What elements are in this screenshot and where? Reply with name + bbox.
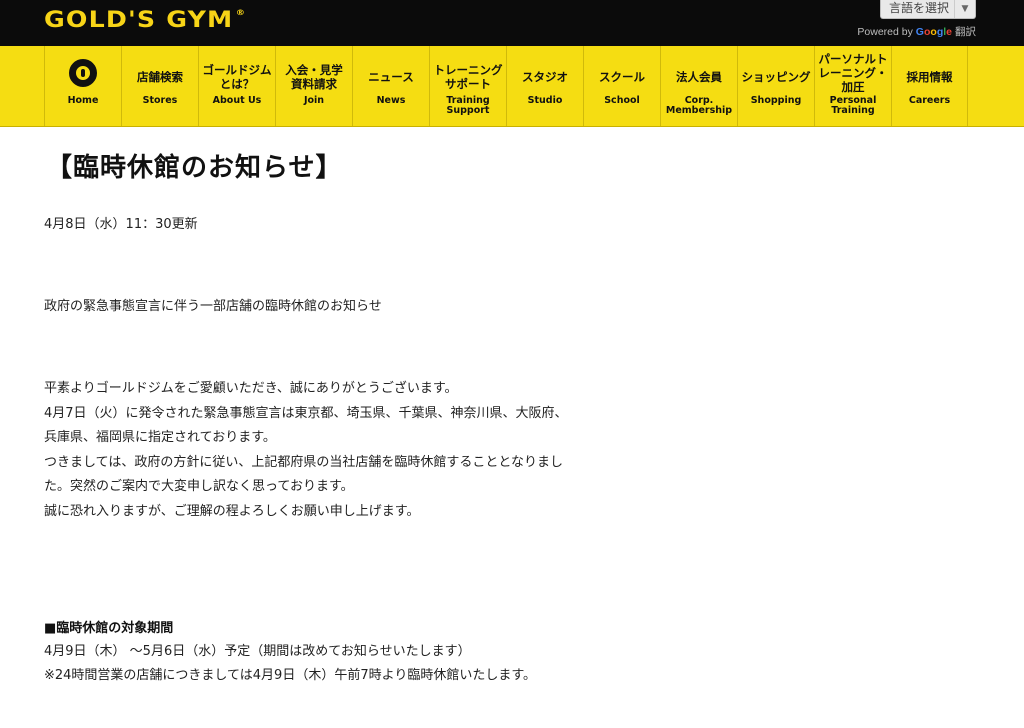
nav-item-home[interactable]: Home [44,46,121,126]
nav-item-jp-label: 法人会員 [676,70,722,84]
nav-item-school[interactable]: スクール School [583,46,660,126]
nav-item-en-label: Shopping [750,95,802,106]
translate-label: 翻訳 [955,26,976,38]
nav-item-stores[interactable]: 店舗検索 Stores [121,46,198,126]
nav-item-en-label: Careers [908,95,951,106]
nav-item-jp-label: ゴールドジム とは？ [202,63,272,91]
nav-item-about-us[interactable]: ゴールドジム とは？ About Us [198,46,275,126]
nav-item-jp-label: ショッピング [741,70,811,84]
nav-item-en-label: School [604,95,640,106]
language-select[interactable]: 言語を選択 ▼ [880,0,976,19]
nav-item-join[interactable]: 入会・見学 資料請求 Join [275,46,352,126]
nav-item-careers[interactable]: 採用情報 Careers [891,46,968,126]
nav-item-news[interactable]: ニュース News [352,46,429,126]
nav-item-personal-training[interactable]: パーソナルト レーニング・ 加圧 Personal Training [814,46,891,126]
nav-item-training-support[interactable]: トレーニング サポート Training Support [429,46,506,126]
update-date: 4月8日（水）11：30更新 [44,217,198,232]
chevron-down-icon: ▼ [954,0,975,18]
body-line: 平素よりゴールドジムをご愛顧いただき、誠にありがとうございます。 [44,381,458,396]
nav-item-jp-label: 採用情報 [906,70,953,84]
nav-item-jp-label: 入会・見学 資料請求 [285,63,343,91]
nav-item-corp-membership[interactable]: 法人会員 Corp. Membership [660,46,737,126]
body-line: た。突然のご案内で大変申し訳なく思っております。 [44,479,354,494]
logo-text: GOLD'S GYM [44,8,234,33]
nav-item-jp-label: スタジオ [522,70,568,84]
nav-item-jp-label: トレーニング サポート [433,63,503,91]
logo-trademark: ® [235,8,247,17]
powered-by-prefix: Powered by [857,26,913,38]
golds-gym-emblem-icon [69,59,97,87]
powered-by-google-translate[interactable]: Powered by Google 翻訳 [857,24,976,39]
closure-period-heading: ■臨時休館の対象期間 [44,621,174,636]
notice-body: 平素よりゴールドジムをご愛顧いただき、誠にありがとうございます。 4月7日（火）… [44,377,568,524]
google-wordmark: Google [915,26,952,38]
body-line: 4月7日（火）に発令された緊急事態宣言は東京都、埼玉県、千葉県、神奈川県、大阪府… [44,405,568,421]
notice-subtitle: 政府の緊急事態宣言に伴う一部店舗の臨時休館のお知らせ [44,299,382,314]
page-title: 【臨時休館のお知らせ】 [46,153,343,183]
main-nav: Home 店舗検索 Stores ゴールドジム とは？ About Us 入会・… [0,46,1024,127]
golds-gym-logo[interactable]: GOLD'S GYM ® [44,8,246,33]
nav-item-jp-label: ニュース [368,70,414,84]
nav-item-en-label: Personal Training [829,95,877,116]
body-line: 兵庫県、福岡県に指定されております。 [44,430,276,445]
nav-item-en-label: About Us [212,95,262,106]
nav-item-en-label: Training Support [446,95,490,116]
nav-item-en-label: News [376,95,406,106]
nav-item-shopping[interactable]: ショッピング Shopping [737,46,814,126]
top-header-bar: GOLD'S GYM ® 言語を選択 ▼ Powered by Google 翻訳 [0,0,1024,46]
nav-item-en-label: Join [303,95,325,106]
period-line: 4月9日（木） ～5月6日（水）予定（期間は改めてお知らせいたします） [44,644,471,659]
language-select-label: 言語を選択 [889,1,950,15]
body-line: 誠に恐れ入りますが、ご理解の程よろしくお願い申し上げます。 [44,503,420,519]
nav-item-jp-label: 店舗検索 [137,70,183,84]
nav-item-jp-label: スクール [599,70,645,84]
nav-item-studio[interactable]: スタジオ Studio [506,46,583,126]
closure-period: 4月9日（木） ～5月6日（水）予定（期間は改めてお知らせいたします） ※24時… [44,640,536,688]
nav-item-en-label: Corp. Membership [665,95,733,116]
body-line: つきましては、政府の方針に従い、上記都府県の当社店舗を臨時休館することとなりまし [44,454,563,470]
nav-item-jp-label: パーソナルト レーニング・ 加圧 [818,52,888,94]
nav-item-en-label: Home [67,95,99,106]
period-line: ※24時間営業の店舗につきましては4月9日（木）午前7時より臨時休館いたします。 [44,668,537,683]
nav-item-en-label: Studio [527,95,563,106]
nav-item-en-label: Stores [142,95,178,106]
